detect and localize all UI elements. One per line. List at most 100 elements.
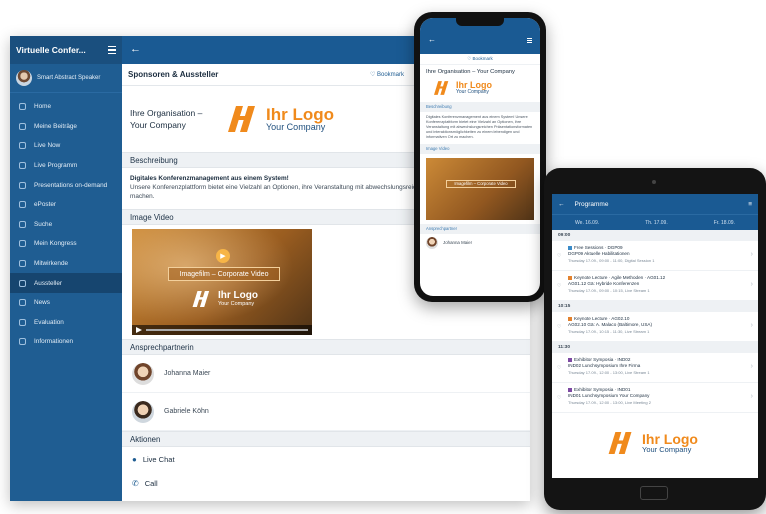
avatar <box>132 362 154 385</box>
heart-icon[interactable]: ♡ <box>557 283 561 289</box>
session-type: Keynote Lecture · Agile Methoden · AG01.… <box>574 275 666 280</box>
time-slot-header: 10:15 <box>552 301 758 312</box>
search-icon <box>19 220 26 228</box>
flag-icon <box>19 279 26 287</box>
tablet-top-bar: ← Programme ≡ <box>552 194 758 214</box>
session-item[interactable]: ♡ Keynote Lecture · Agile Methoden · AG0… <box>552 271 758 301</box>
heart-icon[interactable]: ♡ <box>557 365 561 371</box>
logo-line2: Your Company <box>218 301 255 307</box>
menu-icon[interactable] <box>108 45 116 55</box>
contact-name: Johanna Maier <box>164 370 211 377</box>
video-controls <box>132 325 312 335</box>
phone-screen: ← ♡ Bookmark Ihre Organisation – Your Co… <box>420 18 540 296</box>
back-arrow-icon[interactable]: ← <box>428 35 436 44</box>
sidebar-item-evaluation[interactable]: Evaluation <box>10 313 122 333</box>
tab-day[interactable]: Th. 17.09. <box>645 220 668 226</box>
document-icon <box>19 122 26 130</box>
time-slot-header: 09:00 <box>552 230 758 241</box>
sidebar-item-aussteller[interactable]: Aussteller <box>10 273 122 293</box>
heart-icon[interactable]: ♡ <box>557 395 561 401</box>
bookmark-button[interactable]: ♡ Bookmark <box>370 71 404 78</box>
sidebar-item-informationen[interactable]: Informationen <box>10 332 122 352</box>
section-contact-header: Ansprechpartner <box>420 223 540 234</box>
day-tabs: We. 16.09. Th. 17.09. Fr. 18.09. <box>552 214 758 230</box>
bookmark-button[interactable]: ♡ Bookmark <box>420 54 540 65</box>
sidebar-item-label: Presentations on-demand <box>34 181 108 189</box>
sidebar-item-home[interactable]: Home <box>10 97 122 117</box>
action-label: Call <box>144 478 158 488</box>
sidebar-item-news[interactable]: News <box>10 293 122 313</box>
video-caption: Imagefilm – Corporate Video <box>168 267 280 281</box>
live-chat-button[interactable]: ● Live Chat <box>122 447 530 471</box>
programme-title: Programme <box>574 200 609 208</box>
monitor-icon <box>19 201 26 209</box>
session-title: DGP09 Aktuelle Habilitationen <box>568 251 630 256</box>
star-icon <box>19 318 26 326</box>
chevron-right-icon: › <box>750 281 753 288</box>
sidebar-item-live-programm[interactable]: Live Programm <box>10 156 122 176</box>
session-type: Exhibitor Symposia · IND02 <box>574 357 631 362</box>
phone-device: ← ♡ Bookmark Ihre Organisation – Your Co… <box>414 12 546 302</box>
video-player[interactable]: ▶ Imagefilm – Corporate Video Ihr Logo Y… <box>132 229 312 335</box>
session-time: Thursday 17.09., 12:00 - 13:00, Live Str… <box>568 370 650 375</box>
heart-icon[interactable]: ♡ <box>557 324 561 330</box>
sidebar-item-mitwirkende[interactable]: Mitwirkende <box>10 254 122 274</box>
chevron-right-icon: › <box>750 363 753 370</box>
organisation-name: Ihre Organisation – Your Company <box>130 108 203 130</box>
heart-icon[interactable]: ♡ <box>557 253 561 259</box>
session-item[interactable]: ♡ Exhibitor Symposia · IND02 IND02 Lunch… <box>552 353 758 383</box>
logo-mark-icon <box>228 105 255 132</box>
sidebar-item-mein-kongress[interactable]: Mein Kongress <box>10 234 122 254</box>
sidebar-item-label: Meine Beiträge <box>34 122 77 130</box>
user-profile[interactable]: Smart Abstract Speaker <box>10 64 122 93</box>
sidebar-item-suche[interactable]: Suche <box>10 215 122 235</box>
menu-icon[interactable] <box>527 38 532 44</box>
section-contacts-header: Ansprechpartnerin <box>122 339 530 355</box>
sidebar-item-meine-beitraege[interactable]: Meine Beiträge <box>10 117 122 137</box>
sidebar-item-label: ePoster <box>34 201 57 209</box>
avatar <box>426 236 438 249</box>
session-item[interactable]: ♡ Exhibitor Symposia · IND01 IND01 Lunch… <box>552 383 758 413</box>
sidebar-item-presentations[interactable]: Presentations on-demand <box>10 175 122 195</box>
home-button[interactable] <box>640 486 668 500</box>
sidebar-header: Virtuelle Confer... <box>10 36 122 64</box>
sidebar-item-eposter[interactable]: ePoster <box>10 195 122 215</box>
tab-day[interactable]: Fr. 18.09. <box>714 220 735 226</box>
contact-person[interactable]: Johanna Maier <box>420 234 540 252</box>
back-arrow-icon[interactable]: ← <box>130 44 141 55</box>
logo-line1: Ihr Logo <box>218 290 258 301</box>
session-item[interactable]: ♡ Keynote Lecture · AG02.10 AG02.10 Gä: … <box>552 312 758 342</box>
video-caption: Imagefilm – Corporate Video <box>446 179 516 188</box>
session-time: Thursday 17.09., 10:15 - 11:30, Live Str… <box>568 329 650 334</box>
action-label: Live Chat <box>142 454 175 464</box>
play-button-icon[interactable] <box>136 327 142 333</box>
mail-icon <box>19 299 26 307</box>
session-type: Free Sessions · DGP09 <box>574 245 623 250</box>
menu-icon[interactable]: ≡ <box>748 201 752 208</box>
tab-day[interactable]: We. 16.09. <box>575 220 599 226</box>
sidebar-item-live-now[interactable]: Live Now <box>10 136 122 156</box>
app-title: Virtuelle Confer... <box>16 45 86 55</box>
section-description-header: Beschreibung <box>420 101 540 112</box>
chevron-right-icon: › <box>750 393 753 400</box>
play-icon[interactable]: ▶ <box>216 249 230 263</box>
video-player[interactable]: Imagefilm – Corporate Video <box>426 157 534 220</box>
session-time: Thursday 17.09., 09:00 - 11:00, Digital … <box>568 258 655 263</box>
session-item[interactable]: ♡ Free Sessions · DGP09 DGP09 Aktuelle H… <box>552 241 758 271</box>
sidebar-item-label: Aussteller <box>34 279 63 287</box>
session-type: Keynote Lecture · AG02.10 <box>574 316 630 321</box>
profile-name: Smart Abstract Speaker <box>37 75 101 81</box>
contact-person[interactable]: Johanna Maier <box>122 355 530 393</box>
home-icon <box>19 103 26 111</box>
sidebar-item-label: Informationen <box>34 338 74 346</box>
contact-person[interactable]: Gabriele Köhn <box>122 393 530 431</box>
call-button[interactable]: ✆ Call <box>122 471 530 495</box>
session-title: IND02 Lunchsymposium Ihre Firma <box>568 363 641 368</box>
chevron-right-icon: › <box>750 251 753 258</box>
sidebar-item-label: Mein Kongress <box>34 240 77 248</box>
people-icon <box>19 260 26 268</box>
stage: Virtuelle Confer... Smart Abstract Speak… <box>0 0 766 514</box>
video-progress-bar[interactable] <box>146 329 308 331</box>
description-title: Digitales Konferenzmanagement aus einem … <box>130 175 289 182</box>
back-arrow-icon[interactable]: ← <box>558 201 565 208</box>
